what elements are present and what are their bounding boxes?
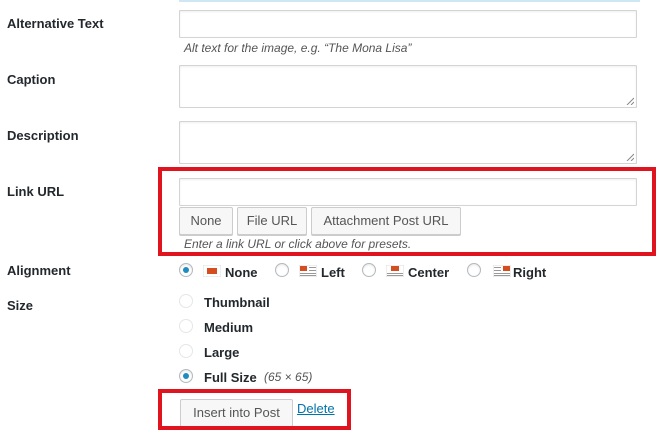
description-textarea[interactable] [179, 121, 637, 164]
alignment-label: Alignment [7, 263, 71, 278]
size-thumbnail-radio[interactable] [179, 294, 193, 308]
size-large-label[interactable]: Large [204, 345, 239, 360]
size-full-dimensions: (65 × 65) [264, 370, 313, 384]
link-url-label: Link URL [7, 184, 65, 199]
align-center-radio[interactable] [362, 263, 376, 277]
highlight-insert-actions [158, 389, 351, 430]
resize-grip-icon[interactable] [626, 97, 634, 105]
resize-grip-icon[interactable] [626, 153, 634, 161]
align-none-radio[interactable] [179, 263, 193, 277]
align-left-label[interactable]: Left [321, 265, 345, 280]
align-left-icon [299, 265, 317, 277]
caption-label: Caption [7, 72, 56, 87]
align-center-label[interactable]: Center [408, 265, 449, 280]
size-thumbnail-label[interactable]: Thumbnail [204, 295, 270, 310]
size-medium-label[interactable]: Medium [204, 320, 253, 335]
size-full-radio[interactable] [179, 369, 193, 383]
previous-field-edge [179, 0, 640, 2]
size-large-radio[interactable] [179, 344, 193, 358]
alt-text-label: Alternative Text [7, 16, 104, 31]
align-center-icon [386, 265, 404, 277]
description-label: Description [7, 128, 79, 143]
align-right-radio[interactable] [467, 263, 481, 277]
size-full-label[interactable]: Full Size [204, 370, 257, 385]
align-none-icon [203, 265, 221, 277]
size-label: Size [7, 298, 34, 313]
caption-textarea[interactable] [179, 65, 637, 108]
align-none-label[interactable]: None [225, 265, 258, 280]
alt-text-input[interactable] [179, 10, 637, 38]
highlight-link-url [158, 167, 656, 256]
size-medium-radio[interactable] [179, 319, 193, 333]
alt-text-hint: Alt text for the image, e.g. “The Mona L… [184, 41, 412, 55]
align-left-radio[interactable] [275, 263, 289, 277]
align-right-label[interactable]: Right [513, 265, 546, 280]
align-right-icon [493, 265, 511, 277]
